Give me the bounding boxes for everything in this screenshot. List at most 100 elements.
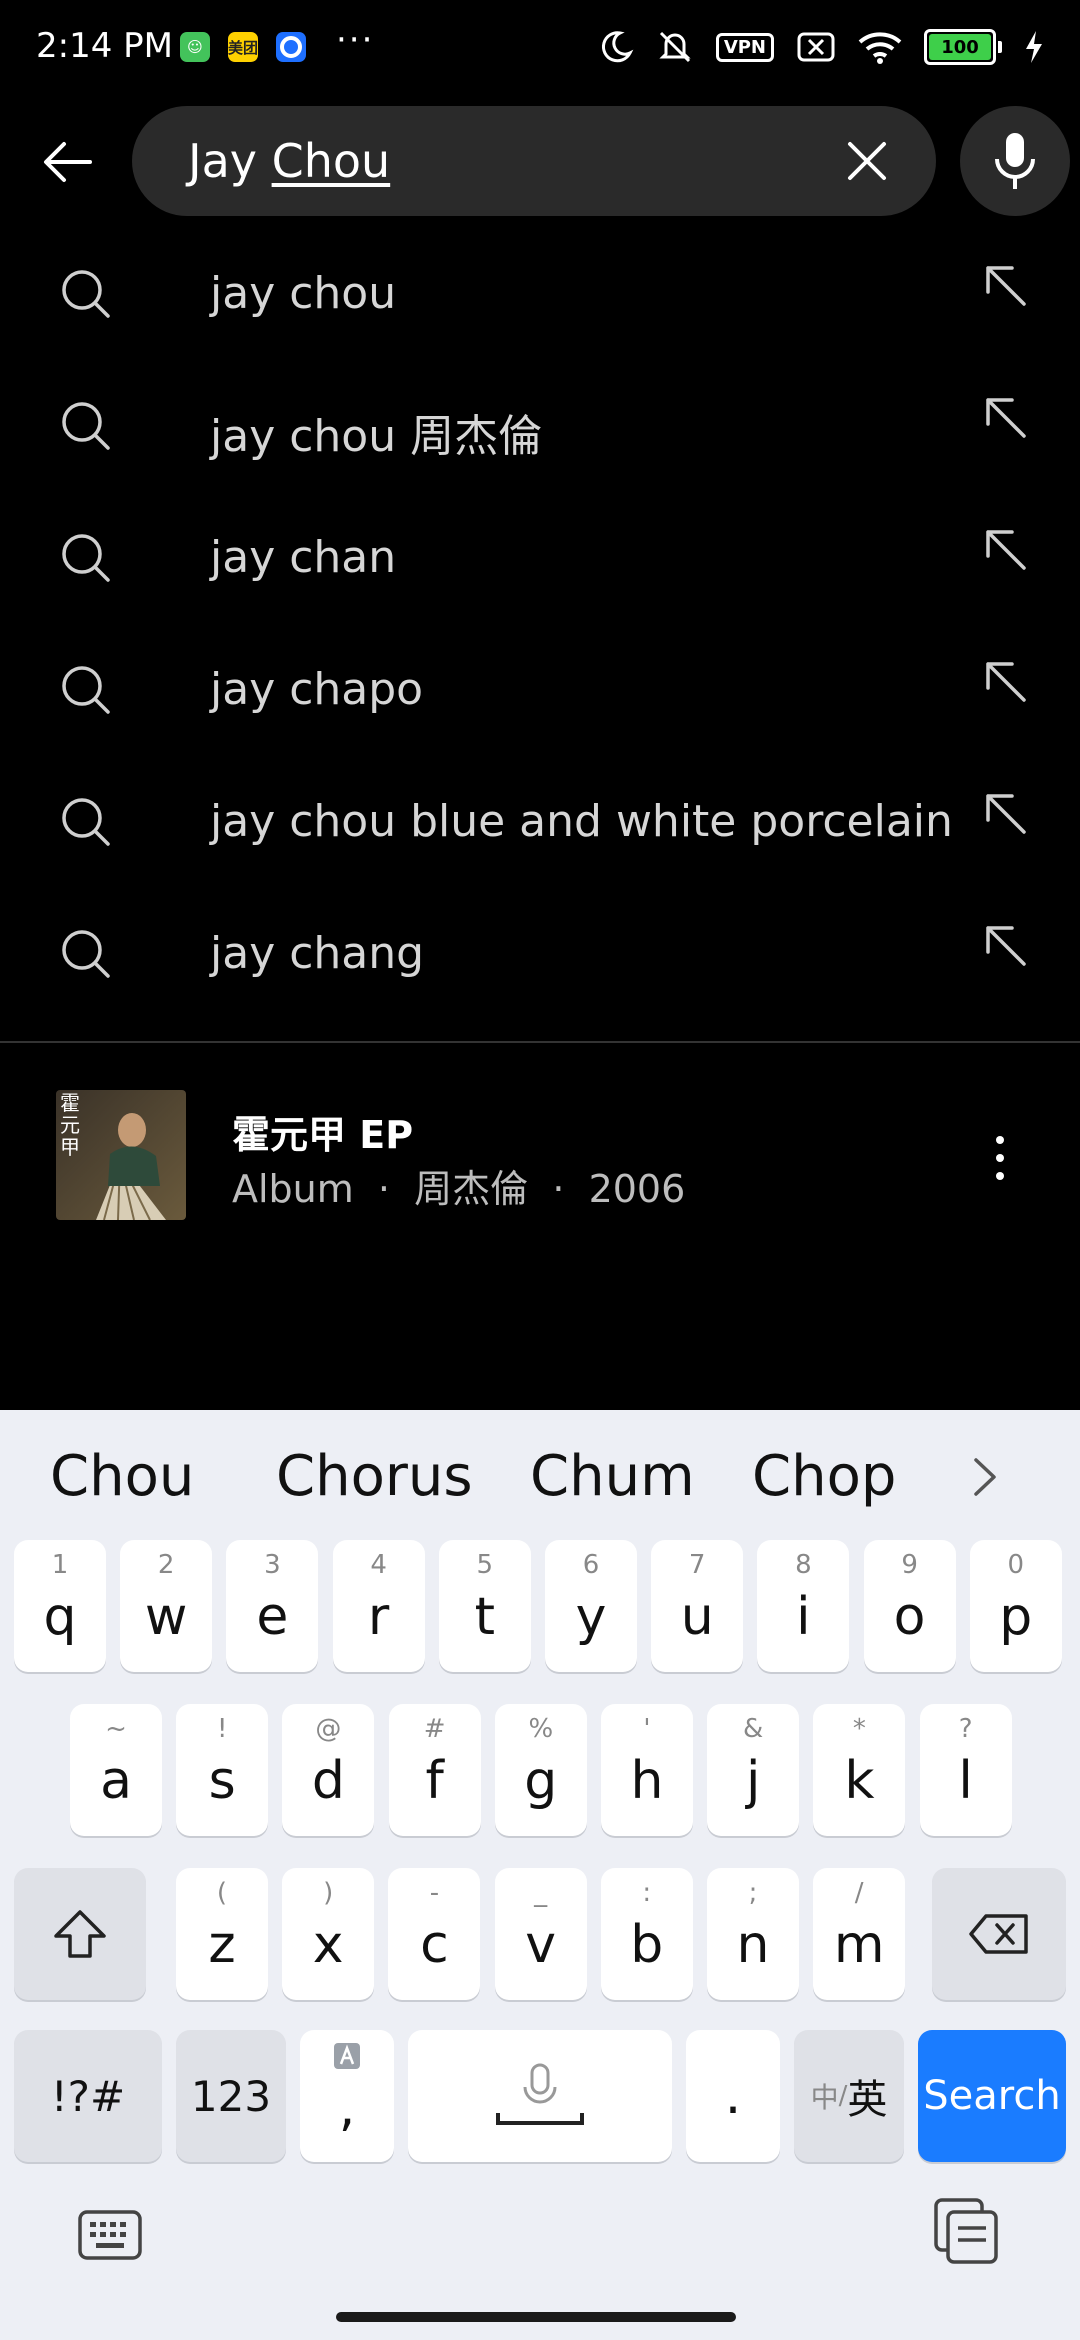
numbers-key-label: 123 bbox=[190, 2071, 272, 2121]
candidate-word[interactable]: Chum bbox=[530, 1444, 695, 1509]
chevron-right-icon[interactable] bbox=[960, 1452, 1010, 1502]
key-hint: 4 bbox=[370, 1550, 387, 1580]
key-label: v bbox=[525, 1915, 556, 1975]
more-notifications-icon: ··· bbox=[336, 20, 375, 60]
language-switch-key[interactable]: 中 / 英 bbox=[794, 2030, 904, 2162]
key-hint: ? bbox=[958, 1714, 973, 1744]
suggestion-item[interactable]: jay chan bbox=[0, 492, 1080, 624]
key-j[interactable]: & j bbox=[707, 1704, 800, 1836]
suggestion-item[interactable]: jay chou 周杰倫 bbox=[0, 360, 1080, 492]
clear-search-icon[interactable] bbox=[842, 136, 892, 186]
divider bbox=[0, 1041, 1080, 1043]
translate-icon bbox=[334, 2043, 360, 2069]
home-indicator[interactable] bbox=[336, 2312, 736, 2322]
key-l[interactable]: ? l bbox=[919, 1704, 1012, 1836]
symbols-key[interactable]: !?# bbox=[14, 2030, 162, 2162]
key-hint: % bbox=[528, 1714, 554, 1744]
voice-search-button[interactable] bbox=[960, 106, 1070, 216]
key-hint: ! bbox=[216, 1714, 228, 1744]
key-hint: * bbox=[852, 1714, 866, 1744]
key-k[interactable]: * k bbox=[813, 1704, 906, 1836]
key-u[interactable]: 7u bbox=[651, 1540, 744, 1672]
comma-key[interactable]: , bbox=[300, 2030, 394, 2162]
clipboard-icon[interactable] bbox=[932, 2196, 1002, 2266]
search-icon bbox=[62, 402, 110, 450]
fill-query-arrow-icon[interactable] bbox=[980, 788, 1034, 842]
microphone-icon bbox=[995, 133, 1035, 189]
key-y[interactable]: 6y bbox=[545, 1540, 637, 1672]
key-p[interactable]: 0p bbox=[969, 1540, 1062, 1672]
more-options-icon[interactable] bbox=[984, 1128, 1016, 1188]
fill-query-arrow-icon[interactable] bbox=[980, 656, 1034, 710]
candidate-bar: Chou Chorus Chum Chop bbox=[0, 1410, 1080, 1540]
period-key[interactable]: . bbox=[686, 2030, 780, 2162]
key-label: h bbox=[630, 1751, 664, 1811]
key-q[interactable]: 1q bbox=[14, 1540, 106, 1672]
key-label: d bbox=[311, 1751, 345, 1811]
key-label: o bbox=[893, 1587, 926, 1647]
key-hint: 2 bbox=[157, 1550, 175, 1580]
key-v[interactable]: _ v bbox=[494, 1868, 587, 2000]
search-icon bbox=[62, 534, 110, 582]
search-icon bbox=[62, 270, 110, 318]
suggestion-item[interactable]: jay chou bbox=[0, 228, 1080, 360]
album-result-row[interactable]: 霍元甲 霍元甲 EP Album · 周杰倫 · 2006 bbox=[0, 1080, 1080, 1230]
fill-query-arrow-icon[interactable] bbox=[980, 260, 1034, 314]
back-arrow-icon[interactable] bbox=[36, 130, 100, 194]
key-f[interactable]: # f bbox=[388, 1704, 481, 1836]
candidate-word[interactable]: Chorus bbox=[276, 1444, 473, 1509]
key-r[interactable]: 4r bbox=[332, 1540, 425, 1672]
key-w[interactable]: 2w bbox=[120, 1540, 213, 1672]
key-m[interactable]: / m bbox=[813, 1868, 906, 2000]
candidate-word[interactable]: Chop bbox=[752, 1444, 898, 1509]
key-x[interactable]: ) x bbox=[282, 1868, 375, 2000]
moon-icon bbox=[601, 31, 634, 63]
key-label: i bbox=[796, 1587, 811, 1647]
key-c[interactable]: -c bbox=[388, 1868, 481, 2000]
fill-query-arrow-icon[interactable] bbox=[980, 524, 1034, 578]
candidate-word[interactable]: Chou bbox=[50, 1444, 194, 1509]
backspace-key[interactable] bbox=[932, 1868, 1066, 2000]
green-app-icon: ☺ bbox=[180, 32, 210, 62]
suggestion-item[interactable]: jay chapo bbox=[0, 624, 1080, 756]
numbers-key[interactable]: 123 bbox=[176, 2030, 286, 2162]
battery-level: 100 bbox=[929, 34, 991, 60]
key-e[interactable]: 3e bbox=[226, 1540, 319, 1672]
key-b[interactable]: :b bbox=[600, 1868, 693, 2000]
key-hint: 9 bbox=[901, 1550, 918, 1580]
key-s[interactable]: ! s bbox=[176, 1704, 269, 1836]
key-h[interactable]: ' h bbox=[601, 1704, 693, 1836]
search-input[interactable]: Jay Chou bbox=[132, 106, 936, 216]
key-label: k bbox=[844, 1751, 875, 1811]
key-label: p bbox=[999, 1587, 1033, 1647]
key-hint: 8 bbox=[795, 1550, 812, 1580]
key-label: g bbox=[524, 1751, 558, 1811]
key-n[interactable]: ; n bbox=[707, 1868, 799, 2000]
key-g[interactable]: % g bbox=[494, 1704, 587, 1836]
key-hint: - bbox=[429, 1878, 440, 1908]
key-d[interactable]: @ d bbox=[282, 1704, 375, 1836]
key-t[interactable]: 5t bbox=[438, 1540, 531, 1672]
key-a[interactable]: ~ a bbox=[70, 1704, 162, 1836]
space-key[interactable] bbox=[408, 2030, 672, 2162]
meituan-icon: 美团 bbox=[228, 32, 258, 62]
suggestion-item[interactable]: jay chou blue and white porcelain bbox=[0, 756, 1080, 888]
keyboard-switch-icon[interactable] bbox=[78, 2210, 142, 2260]
key-z[interactable]: (z bbox=[176, 1868, 268, 2000]
mute-bell-icon bbox=[659, 31, 691, 63]
key-label: m bbox=[833, 1915, 885, 1975]
key-i[interactable]: 8i bbox=[757, 1540, 850, 1672]
key-label: z bbox=[208, 1915, 236, 1975]
search-query-text[interactable]: Jay Chou bbox=[188, 134, 390, 188]
key-hint: & bbox=[743, 1714, 764, 1744]
soft-keyboard: Chou Chorus Chum Chop !?# 123 , . 中 / 英 … bbox=[0, 1410, 1080, 2340]
key-label: e bbox=[256, 1587, 289, 1647]
fill-query-arrow-icon[interactable] bbox=[980, 392, 1034, 446]
language-big-label: 英 bbox=[847, 2077, 888, 2123]
search-key[interactable]: Search bbox=[918, 2030, 1066, 2162]
suggestion-item[interactable]: jay chang bbox=[0, 888, 1080, 1020]
fill-query-arrow-icon[interactable] bbox=[980, 920, 1034, 974]
key-hint: # bbox=[423, 1714, 446, 1744]
shift-key[interactable] bbox=[14, 1868, 146, 2000]
key-o[interactable]: 9o bbox=[863, 1540, 956, 1672]
